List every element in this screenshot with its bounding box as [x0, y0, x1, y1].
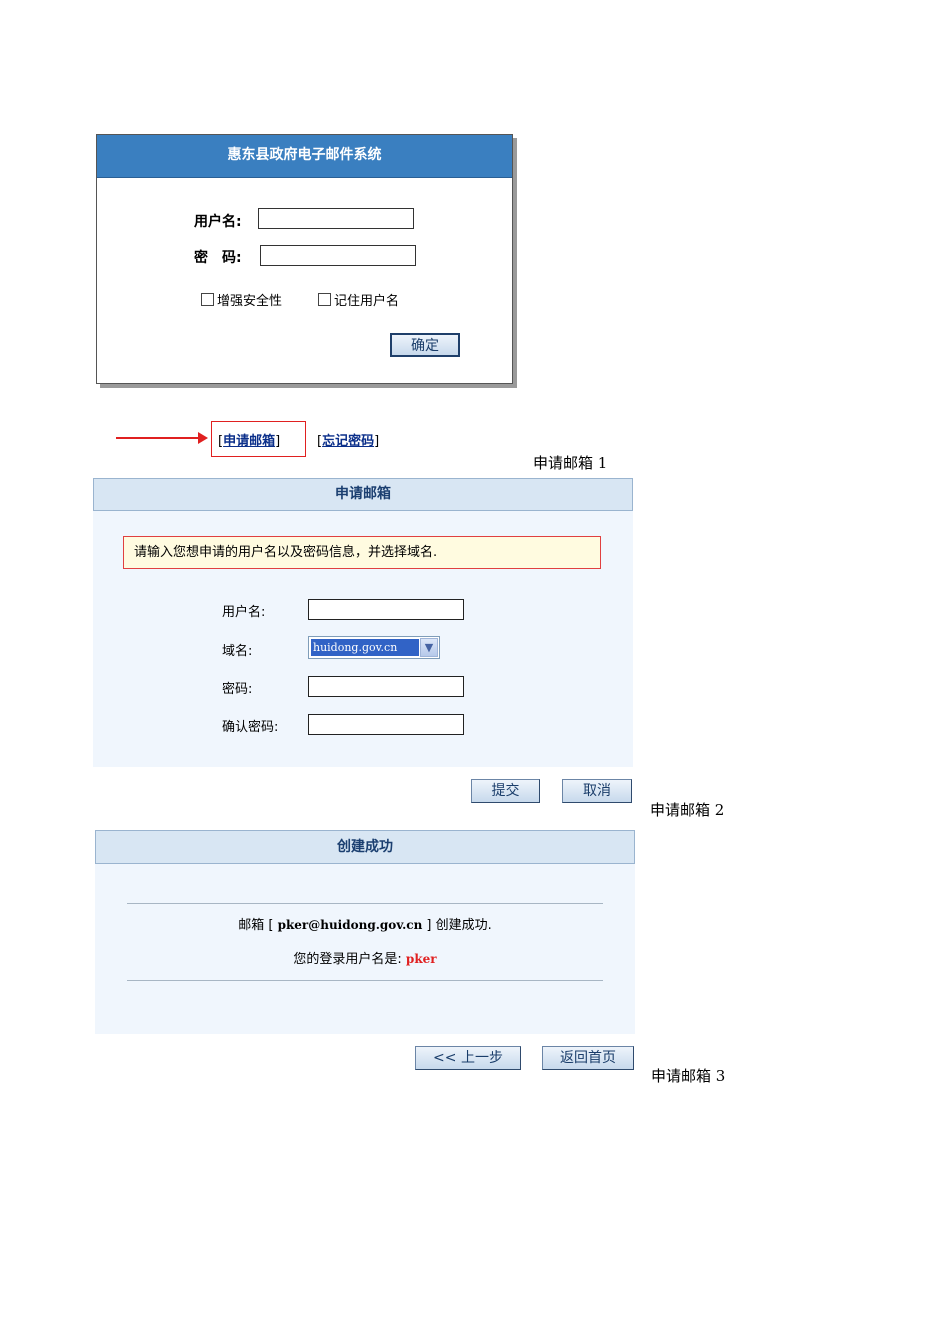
domain-selected-value: huidong.gov.cn [311, 639, 419, 656]
caption-step1: 申请邮箱 1 [533, 454, 608, 472]
divider [127, 903, 603, 904]
caption-step2: 申请邮箱 2 [650, 801, 725, 819]
apply-password-label: 密码: [222, 682, 253, 697]
mailbox-prefix: 邮箱 [ [238, 918, 278, 933]
success-login-name-message: 您的登录用户名是: pker [95, 948, 635, 967]
login-title: 惠东县政府电子邮件系统 [97, 135, 512, 178]
submit-button[interactable]: 提交 [471, 779, 540, 803]
login-password-label: 密 码: [194, 250, 242, 266]
mailbox-address: pker@huidong.gov.cn [277, 918, 423, 932]
enhance-security-label: 增强安全性 [217, 294, 283, 309]
arrow-indicator [116, 437, 200, 439]
arrow-head-icon [198, 432, 208, 444]
apply-confirm-password-label: 确认密码: [222, 720, 279, 735]
login-name-prefix: 您的登录用户名是: [293, 952, 402, 967]
chevron-down-icon[interactable]: ▼ [420, 638, 438, 657]
forgot-password-link[interactable]: 忘记密码 [322, 434, 374, 449]
domain-select[interactable]: huidong.gov.cn ▼ [308, 636, 440, 659]
mailbox-suffix: ] 创建成功. [422, 918, 492, 933]
apply-notice: 请输入您想申请的用户名以及密码信息，并选择域名. [123, 536, 601, 569]
apply-mailbox-link-group: [申请邮箱] [218, 430, 280, 449]
forgot-password-link-group: [忘记密码] [317, 430, 379, 449]
apply-mailbox-link[interactable]: 申请邮箱 [223, 434, 275, 449]
login-password-input[interactable] [260, 245, 416, 266]
cancel-button[interactable]: 取消 [562, 779, 632, 803]
caption-step3: 申请邮箱 3 [651, 1067, 726, 1085]
success-title: 创建成功 [95, 830, 635, 864]
enhance-security-option[interactable]: 增强安全性 [201, 290, 282, 309]
login-username-label: 用户名: [194, 214, 242, 230]
login-name-value: pker [405, 952, 437, 966]
success-mailbox-message: 邮箱 [ pker@huidong.gov.cn ] 创建成功. [95, 914, 635, 933]
divider [127, 980, 603, 981]
apply-confirm-password-input[interactable] [308, 714, 464, 735]
remember-username-label: 记住用户名 [334, 294, 400, 309]
bracket-close: ] [275, 434, 281, 449]
remember-username-checkbox[interactable] [318, 293, 331, 306]
apply-username-input[interactable] [308, 599, 464, 620]
previous-step-button[interactable]: << 上一步 [415, 1046, 521, 1070]
confirm-button[interactable]: 确定 [390, 333, 460, 357]
login-username-input[interactable] [258, 208, 414, 229]
remember-username-option[interactable]: 记住用户名 [318, 290, 399, 309]
return-home-button[interactable]: 返回首页 [542, 1046, 634, 1070]
apply-title: 申请邮箱 [93, 478, 633, 511]
enhance-security-checkbox[interactable] [201, 293, 214, 306]
apply-username-label: 用户名: [222, 605, 266, 620]
bracket-close: ] [374, 434, 380, 449]
apply-password-input[interactable] [308, 676, 464, 697]
apply-domain-label: 域名: [222, 644, 253, 659]
